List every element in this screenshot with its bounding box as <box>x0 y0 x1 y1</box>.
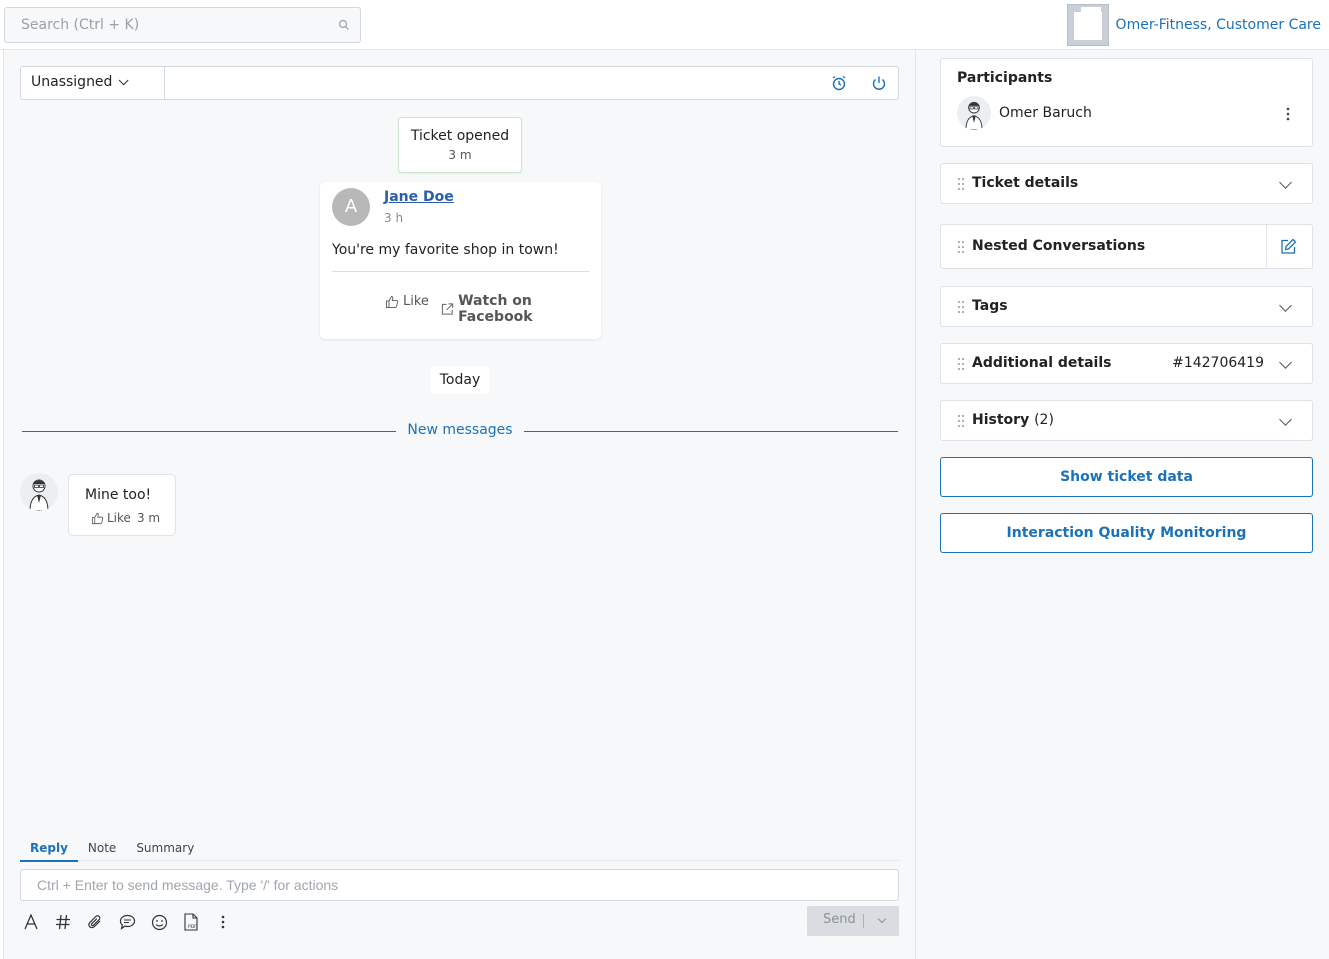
svg-text:PDF: PDF <box>188 924 197 930</box>
edit-icon <box>1281 238 1297 254</box>
section-title: Nested Conversations <box>972 238 1146 254</box>
search-input[interactable]: Search (Ctrl + K) <box>4 7 361 43</box>
drag-handle-icon[interactable] <box>957 240 965 254</box>
like-label: Like <box>403 294 429 309</box>
chevron-down-icon[interactable] <box>1279 413 1292 426</box>
more-vertical-icon[interactable] <box>212 911 234 933</box>
hashtag-icon[interactable] <box>52 911 74 933</box>
nested-conversations-section[interactable]: Nested Conversations <box>940 224 1313 269</box>
participant-avatar <box>957 96 991 130</box>
history-label: History <box>972 412 1030 428</box>
ticket-details-section[interactable]: Ticket details <box>940 163 1313 204</box>
assignee-label: Unassigned <box>31 74 113 90</box>
ticket-opened-event: Ticket opened 3 m <box>398 117 522 173</box>
conversation-toolbar: Unassigned <box>20 66 899 100</box>
briefcase-icon <box>1066 4 1109 46</box>
day-separator: Today <box>431 366 489 394</box>
show-ticket-data-button[interactable]: Show ticket data <box>940 457 1313 497</box>
ticket-opened-title: Ticket opened <box>410 128 510 144</box>
facebook-post-card: A Jane Doe 3 h You're my favorite shop i… <box>320 182 601 339</box>
alarm-clock-icon[interactable] <box>831 75 847 91</box>
account-name[interactable]: Omer-Fitness, Customer Care <box>1116 17 1321 33</box>
post-like-button[interactable]: Like <box>385 294 429 309</box>
participants-card: Participants Omer Baruch <box>940 58 1313 147</box>
history-section[interactable]: History (2) <box>940 400 1313 441</box>
additional-details-section[interactable]: Additional details #142706419 <box>940 343 1313 384</box>
thumbs-up-icon <box>386 295 399 308</box>
divider <box>332 271 589 272</box>
person-avatar-icon <box>29 479 49 511</box>
post-author-link[interactable]: Jane Doe <box>384 189 454 205</box>
agent-avatar <box>20 473 58 511</box>
new-messages-label: New messages <box>407 422 513 438</box>
assignee-dropdown[interactable]: Unassigned <box>21 67 165 99</box>
send-button[interactable]: Send <box>807 906 899 936</box>
ticket-sidebar: Participants Omer Baruch Ticket details … <box>916 50 1329 959</box>
text-format-icon[interactable] <box>20 911 42 933</box>
account-switcher[interactable]: Omer-Fitness, Customer Care <box>1066 4 1321 46</box>
chevron-down-icon[interactable] <box>1279 299 1292 312</box>
thumbs-up-icon <box>91 512 104 524</box>
top-bar: Search (Ctrl + K) Omer-Fitness, Customer… <box>0 0 1329 50</box>
emoji-icon[interactable] <box>148 911 170 933</box>
agent-message: Mine too! Like 3 m <box>68 474 176 536</box>
message-text: Mine too! <box>85 487 152 503</box>
chat-bubble-icon[interactable] <box>116 911 138 933</box>
edit-button[interactable] <box>1266 225 1312 268</box>
message-input[interactable]: Ctrl + Enter to send message. Type '/' f… <box>20 869 899 901</box>
tab-summary[interactable]: Summary <box>126 840 204 862</box>
send-label: Send <box>823 912 856 927</box>
like-label: Like <box>107 511 131 525</box>
search-icon <box>338 19 349 30</box>
participant-name: Omer Baruch <box>999 105 1092 121</box>
new-messages-divider: New messages <box>22 422 898 442</box>
drag-handle-icon[interactable] <box>957 414 965 428</box>
composer-tabs: Reply Note Summary <box>20 840 204 862</box>
section-title: History (2) <box>972 412 1054 428</box>
facebook-label: Watch on Facebook <box>458 293 533 325</box>
avatar: A <box>332 188 370 226</box>
section-title: Additional details <box>972 355 1112 371</box>
chevron-down-icon[interactable] <box>1279 356 1292 369</box>
power-icon[interactable] <box>871 75 887 91</box>
drag-handle-icon[interactable] <box>957 357 965 371</box>
post-time: 3 h <box>384 211 404 225</box>
interaction-quality-monitoring-button[interactable]: Interaction Quality Monitoring <box>940 513 1313 553</box>
person-avatar-icon <box>965 101 983 130</box>
conversation-panel: Unassigned Ticket opened 3 m A Jane Doe … <box>3 50 916 959</box>
drag-handle-icon[interactable] <box>957 300 965 314</box>
message-placeholder: Ctrl + Enter to send message. Type '/' f… <box>37 877 339 893</box>
section-title: Tags <box>972 298 1008 314</box>
more-vertical-icon[interactable] <box>1286 107 1290 121</box>
formatting-toolbar: PDF <box>20 910 234 934</box>
chevron-down-icon <box>119 75 130 86</box>
watch-on-facebook-link[interactable]: Watch on Facebook <box>441 293 601 325</box>
tags-section[interactable]: Tags <box>940 286 1313 327</box>
external-link-icon <box>441 303 454 315</box>
message-like-button[interactable]: Like <box>91 511 131 525</box>
history-count: (2) <box>1034 412 1054 428</box>
section-title: Ticket details <box>972 175 1079 191</box>
tab-note[interactable]: Note <box>78 840 126 862</box>
participants-title: Participants <box>957 70 1053 86</box>
message-time: 3 m <box>136 511 161 525</box>
ticket-id: #142706419 <box>1172 355 1264 371</box>
post-text: You're my favorite shop in town! <box>332 242 559 258</box>
attachment-icon[interactable] <box>84 911 106 933</box>
drag-handle-icon[interactable] <box>957 177 965 191</box>
pdf-icon[interactable]: PDF <box>180 911 202 933</box>
search-placeholder: Search (Ctrl + K) <box>21 17 140 33</box>
chevron-down-icon[interactable] <box>1279 176 1292 189</box>
tab-reply[interactable]: Reply <box>20 840 78 862</box>
chevron-down-icon[interactable] <box>877 914 887 924</box>
ticket-opened-time: 3 m <box>448 148 472 162</box>
